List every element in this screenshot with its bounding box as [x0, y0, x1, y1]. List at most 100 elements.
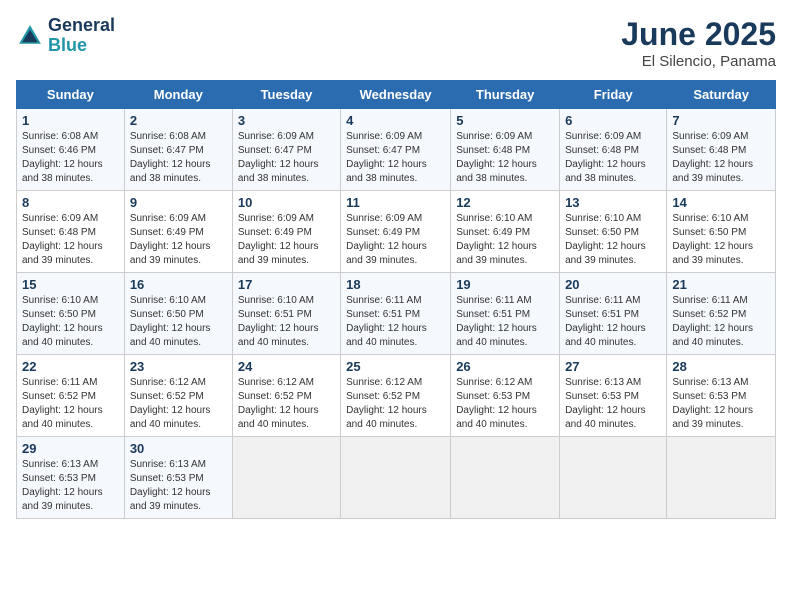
- calendar-cell: 27 Sunrise: 6:13 AMSunset: 6:53 PMDaylig…: [560, 355, 667, 437]
- calendar-cell: 23 Sunrise: 6:12 AMSunset: 6:52 PMDaylig…: [124, 355, 232, 437]
- calendar-cell: 1 Sunrise: 6:08 AMSunset: 6:46 PMDayligh…: [17, 109, 125, 191]
- calendar-cell: [232, 437, 340, 519]
- day-number: 2: [130, 113, 227, 128]
- page-header: General Blue June 2025 El Silencio, Pana…: [16, 16, 776, 70]
- day-detail: Sunrise: 6:09 AMSunset: 6:49 PMDaylight:…: [346, 213, 427, 266]
- column-header-monday: Monday: [124, 81, 232, 109]
- day-detail: Sunrise: 6:08 AMSunset: 6:47 PMDaylight:…: [130, 131, 211, 184]
- day-detail: Sunrise: 6:12 AMSunset: 6:52 PMDaylight:…: [238, 377, 319, 430]
- day-number: 3: [238, 113, 335, 128]
- calendar-cell: 8 Sunrise: 6:09 AMSunset: 6:48 PMDayligh…: [17, 191, 125, 273]
- calendar-cell: 18 Sunrise: 6:11 AMSunset: 6:51 PMDaylig…: [341, 273, 451, 355]
- day-number: 26: [456, 359, 554, 374]
- day-number: 30: [130, 441, 227, 456]
- day-number: 12: [456, 195, 554, 210]
- day-detail: Sunrise: 6:12 AMSunset: 6:53 PMDaylight:…: [456, 377, 537, 430]
- day-number: 15: [22, 277, 119, 292]
- day-number: 10: [238, 195, 335, 210]
- logo-icon: [16, 22, 44, 50]
- day-number: 19: [456, 277, 554, 292]
- calendar-cell: 11 Sunrise: 6:09 AMSunset: 6:49 PMDaylig…: [341, 191, 451, 273]
- calendar-cell: 13 Sunrise: 6:10 AMSunset: 6:50 PMDaylig…: [560, 191, 667, 273]
- calendar-title: June 2025: [621, 16, 776, 53]
- day-detail: Sunrise: 6:10 AMSunset: 6:50 PMDaylight:…: [672, 213, 753, 266]
- calendar-cell: 19 Sunrise: 6:11 AMSunset: 6:51 PMDaylig…: [451, 273, 560, 355]
- calendar-cell: 28 Sunrise: 6:13 AMSunset: 6:53 PMDaylig…: [667, 355, 776, 437]
- day-number: 20: [565, 277, 661, 292]
- day-number: 29: [22, 441, 119, 456]
- calendar-cell: 2 Sunrise: 6:08 AMSunset: 6:47 PMDayligh…: [124, 109, 232, 191]
- day-detail: Sunrise: 6:10 AMSunset: 6:51 PMDaylight:…: [238, 295, 319, 348]
- day-detail: Sunrise: 6:09 AMSunset: 6:49 PMDaylight:…: [130, 213, 211, 266]
- day-number: 1: [22, 113, 119, 128]
- calendar-cell: 25 Sunrise: 6:12 AMSunset: 6:52 PMDaylig…: [341, 355, 451, 437]
- day-number: 6: [565, 113, 661, 128]
- day-detail: Sunrise: 6:11 AMSunset: 6:52 PMDaylight:…: [672, 295, 753, 348]
- day-number: 27: [565, 359, 661, 374]
- day-detail: Sunrise: 6:11 AMSunset: 6:51 PMDaylight:…: [565, 295, 646, 348]
- column-header-thursday: Thursday: [451, 81, 560, 109]
- calendar-cell: 22 Sunrise: 6:11 AMSunset: 6:52 PMDaylig…: [17, 355, 125, 437]
- day-detail: Sunrise: 6:09 AMSunset: 6:48 PMDaylight:…: [565, 131, 646, 184]
- day-detail: Sunrise: 6:08 AMSunset: 6:46 PMDaylight:…: [22, 131, 103, 184]
- title-block: June 2025 El Silencio, Panama: [621, 16, 776, 70]
- week-row: 1 Sunrise: 6:08 AMSunset: 6:46 PMDayligh…: [17, 109, 776, 191]
- column-header-wednesday: Wednesday: [341, 81, 451, 109]
- day-number: 23: [130, 359, 227, 374]
- day-number: 16: [130, 277, 227, 292]
- column-header-saturday: Saturday: [667, 81, 776, 109]
- day-detail: Sunrise: 6:13 AMSunset: 6:53 PMDaylight:…: [22, 459, 103, 512]
- column-header-friday: Friday: [560, 81, 667, 109]
- calendar-cell: 3 Sunrise: 6:09 AMSunset: 6:47 PMDayligh…: [232, 109, 340, 191]
- calendar-cell: [560, 437, 667, 519]
- day-number: 25: [346, 359, 445, 374]
- calendar-cell: 5 Sunrise: 6:09 AMSunset: 6:48 PMDayligh…: [451, 109, 560, 191]
- calendar-header: SundayMondayTuesdayWednesdayThursdayFrid…: [17, 81, 776, 109]
- calendar-cell: [341, 437, 451, 519]
- calendar-cell: 15 Sunrise: 6:10 AMSunset: 6:50 PMDaylig…: [17, 273, 125, 355]
- week-row: 22 Sunrise: 6:11 AMSunset: 6:52 PMDaylig…: [17, 355, 776, 437]
- calendar-cell: 4 Sunrise: 6:09 AMSunset: 6:47 PMDayligh…: [341, 109, 451, 191]
- day-number: 11: [346, 195, 445, 210]
- calendar-cell: 14 Sunrise: 6:10 AMSunset: 6:50 PMDaylig…: [667, 191, 776, 273]
- day-number: 22: [22, 359, 119, 374]
- column-header-tuesday: Tuesday: [232, 81, 340, 109]
- day-detail: Sunrise: 6:11 AMSunset: 6:51 PMDaylight:…: [456, 295, 537, 348]
- week-row: 8 Sunrise: 6:09 AMSunset: 6:48 PMDayligh…: [17, 191, 776, 273]
- logo-text: General Blue: [48, 16, 115, 56]
- day-number: 21: [672, 277, 770, 292]
- day-detail: Sunrise: 6:09 AMSunset: 6:48 PMDaylight:…: [22, 213, 103, 266]
- day-number: 7: [672, 113, 770, 128]
- day-number: 9: [130, 195, 227, 210]
- day-detail: Sunrise: 6:10 AMSunset: 6:50 PMDaylight:…: [22, 295, 103, 348]
- day-number: 17: [238, 277, 335, 292]
- day-number: 5: [456, 113, 554, 128]
- day-detail: Sunrise: 6:12 AMSunset: 6:52 PMDaylight:…: [346, 377, 427, 430]
- day-detail: Sunrise: 6:09 AMSunset: 6:49 PMDaylight:…: [238, 213, 319, 266]
- day-number: 13: [565, 195, 661, 210]
- day-number: 8: [22, 195, 119, 210]
- calendar-cell: [451, 437, 560, 519]
- calendar-cell: 9 Sunrise: 6:09 AMSunset: 6:49 PMDayligh…: [124, 191, 232, 273]
- logo: General Blue: [16, 16, 115, 56]
- day-detail: Sunrise: 6:13 AMSunset: 6:53 PMDaylight:…: [672, 377, 753, 430]
- day-number: 14: [672, 195, 770, 210]
- day-detail: Sunrise: 6:09 AMSunset: 6:48 PMDaylight:…: [672, 131, 753, 184]
- calendar-subtitle: El Silencio, Panama: [621, 53, 776, 70]
- calendar-cell: 21 Sunrise: 6:11 AMSunset: 6:52 PMDaylig…: [667, 273, 776, 355]
- calendar-cell: [667, 437, 776, 519]
- calendar-cell: 20 Sunrise: 6:11 AMSunset: 6:51 PMDaylig…: [560, 273, 667, 355]
- calendar-cell: 6 Sunrise: 6:09 AMSunset: 6:48 PMDayligh…: [560, 109, 667, 191]
- day-detail: Sunrise: 6:13 AMSunset: 6:53 PMDaylight:…: [565, 377, 646, 430]
- calendar-cell: 26 Sunrise: 6:12 AMSunset: 6:53 PMDaylig…: [451, 355, 560, 437]
- day-detail: Sunrise: 6:11 AMSunset: 6:52 PMDaylight:…: [22, 377, 103, 430]
- week-row: 29 Sunrise: 6:13 AMSunset: 6:53 PMDaylig…: [17, 437, 776, 519]
- calendar-cell: 16 Sunrise: 6:10 AMSunset: 6:50 PMDaylig…: [124, 273, 232, 355]
- calendar-cell: 17 Sunrise: 6:10 AMSunset: 6:51 PMDaylig…: [232, 273, 340, 355]
- day-detail: Sunrise: 6:09 AMSunset: 6:48 PMDaylight:…: [456, 131, 537, 184]
- day-detail: Sunrise: 6:10 AMSunset: 6:50 PMDaylight:…: [130, 295, 211, 348]
- day-detail: Sunrise: 6:09 AMSunset: 6:47 PMDaylight:…: [346, 131, 427, 184]
- column-header-sunday: Sunday: [17, 81, 125, 109]
- calendar-cell: 12 Sunrise: 6:10 AMSunset: 6:49 PMDaylig…: [451, 191, 560, 273]
- calendar-cell: 30 Sunrise: 6:13 AMSunset: 6:53 PMDaylig…: [124, 437, 232, 519]
